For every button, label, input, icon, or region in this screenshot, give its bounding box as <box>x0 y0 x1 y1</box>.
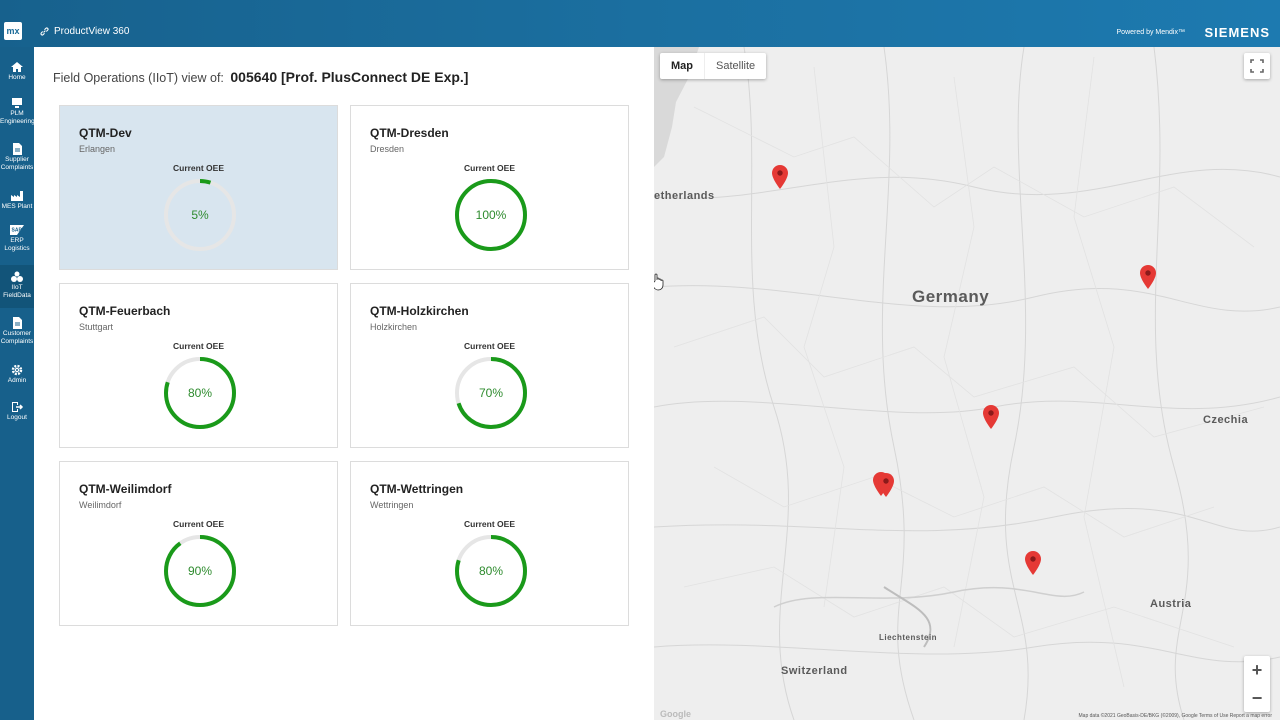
map-marker-pin[interactable] <box>1025 551 1041 575</box>
sidebar-item-label: Customer <box>2 330 32 337</box>
map-type-toggle: Map Satellite <box>660 53 767 79</box>
oee-value: 70% <box>478 386 504 400</box>
site-name: QTM-Dev <box>79 126 132 140</box>
sidebar-item-plm-engineering[interactable]: PLM Engineering <box>0 97 35 126</box>
app-title-text: ProductView 360 <box>54 26 130 37</box>
page-title-asset: 005640 [Prof. PlusConnect DE Exp.] <box>230 69 469 85</box>
app-title[interactable]: ProductView 360 <box>40 26 129 37</box>
home-icon <box>11 62 23 72</box>
map-base <box>654 47 1280 720</box>
map-label-germany: Germany <box>912 287 990 306</box>
document-icon <box>13 143 22 155</box>
sidebar-item-label: Complaints <box>0 338 34 345</box>
oee-value: 100% <box>475 208 507 222</box>
svg-text:SAP: SAP <box>12 228 23 234</box>
sidebar-item-mes-plant[interactable]: MES Plant <box>0 190 34 211</box>
monitor-icon <box>12 98 22 108</box>
site-name: QTM-Feuerbach <box>79 304 171 318</box>
hand-cursor-icon <box>654 273 664 291</box>
map-label-switzerland: Switzerland <box>781 665 848 677</box>
iot-icon <box>11 271 23 282</box>
logout-icon <box>12 402 24 412</box>
mendix-logo[interactable]: mx <box>4 22 22 40</box>
oee-label: Current OEE <box>172 519 224 529</box>
site-card[interactable]: QTM-Weilimdorf Weilimdorf Current OEE 90… <box>59 461 338 626</box>
sidebar-item-label: FieldData <box>3 292 31 299</box>
sidebar-item-home[interactable]: Home <box>0 61 34 82</box>
oee-value: 80% <box>478 564 504 578</box>
sidebar-item-customer-complaints[interactable]: Customer Complaints <box>0 317 34 346</box>
oee-label: Current OEE <box>172 163 224 173</box>
site-card[interactable]: QTM-Dresden Dresden Current OEE 100% <box>350 105 629 270</box>
top-bar: mx ProductView 360 Powered by Mendix™ SI… <box>0 0 1280 47</box>
main-panel: Field Operations (IIoT) view of: 005640 … <box>34 47 654 720</box>
page-title-prefix: Field Operations (IIoT) view of: <box>53 71 224 85</box>
zoom-out-button[interactable]: − <box>1244 684 1270 712</box>
site-card[interactable]: QTM-Holzkirchen Holzkirchen Current OEE … <box>350 283 629 448</box>
map-type-satellite-button[interactable]: Satellite <box>704 53 766 79</box>
site-card[interactable]: QTM-Dev Erlangen Current OEE 5% <box>59 105 338 270</box>
site-city: Erlangen <box>79 144 116 154</box>
sidebar-item-label: PLM <box>10 110 24 117</box>
site-name: QTM-Wettringen <box>370 482 464 496</box>
oee-value: 90% <box>187 564 213 578</box>
sidebar-item-supplier-complaints[interactable]: Supplier Complaints <box>0 143 34 172</box>
map-label-liechtenstein: Liechtenstein <box>879 633 938 642</box>
site-card[interactable]: QTM-Feuerbach Stuttgart Current OEE 80% <box>59 283 338 448</box>
map-type-map-button[interactable]: Map <box>660 53 704 79</box>
map-marker-pin[interactable] <box>1140 265 1156 289</box>
site-card[interactable]: QTM-Wettringen Wettringen Current OEE 80… <box>350 461 629 626</box>
map-label-netherlands: etherlands <box>654 190 715 202</box>
page-title: Field Operations (IIoT) view of: 005640 … <box>53 69 468 85</box>
sidebar-item-iiot-fielddata[interactable]: IIoT FieldData <box>0 265 34 308</box>
map-view[interactable]: etherlands Germany Czechia Austria Liech… <box>654 47 1280 720</box>
link-icon <box>40 27 49 36</box>
site-name: QTM-Dresden <box>370 126 449 140</box>
sidebar-item-label: ERP <box>10 237 24 244</box>
sidebar-item-label: Engineering <box>0 118 35 125</box>
factory-icon <box>11 191 23 201</box>
map-label-czechia: Czechia <box>1203 414 1249 426</box>
site-city: Dresden <box>370 144 405 154</box>
oee-label: Current OEE <box>463 341 515 351</box>
powered-by-text: Powered by Mendix™ <box>1116 29 1185 36</box>
sidebar-item-admin[interactable]: Admin <box>0 364 34 385</box>
sidebar-item-label: Admin <box>7 377 27 384</box>
oee-label: Current OEE <box>463 163 515 173</box>
fullscreen-icon <box>1250 59 1264 73</box>
oee-value: 5% <box>191 208 209 222</box>
siemens-logo: SIEMENS <box>1204 25 1270 40</box>
site-name: QTM-Holzkirchen <box>370 304 469 318</box>
sidebar-item-label: MES Plant <box>1 203 33 210</box>
sidebar: Home PLM Engineering Supplier Complaints… <box>0 47 35 720</box>
sidebar-item-label: Logout <box>7 414 27 421</box>
sidebar-item-label: Logistics <box>4 245 30 252</box>
map-marker-pin[interactable] <box>983 405 999 429</box>
sidebar-item-label: Supplier <box>5 156 29 163</box>
site-name: QTM-Weilimdorf <box>79 482 172 496</box>
google-logo: Google <box>660 709 691 719</box>
sidebar-item-label: Home <box>8 74 26 81</box>
oee-value: 80% <box>187 386 213 400</box>
site-city: Stuttgart <box>79 322 114 332</box>
zoom-controls: + − <box>1244 656 1270 712</box>
sidebar-item-label: IIoT <box>11 284 23 291</box>
map-attribution[interactable]: Map data ©2021 GeoBasis-DE/BKG (©2009), … <box>1079 713 1272 719</box>
oee-label: Current OEE <box>463 519 515 529</box>
map-marker-pin[interactable] <box>878 473 894 497</box>
sidebar-item-label: Complaints <box>0 164 34 171</box>
zoom-in-button[interactable]: + <box>1244 656 1270 684</box>
site-city: Wettringen <box>370 500 414 510</box>
gear-icon <box>11 364 23 376</box>
document-icon <box>13 317 22 329</box>
site-city: Holzkirchen <box>370 322 418 332</box>
map-marker-pin[interactable] <box>772 165 788 189</box>
sidebar-item-logout[interactable]: Logout <box>0 401 34 422</box>
sap-icon: SAP <box>10 225 24 235</box>
map-label-austria: Austria <box>1150 598 1192 610</box>
fullscreen-button[interactable] <box>1244 53 1270 79</box>
site-city: Weilimdorf <box>79 500 122 510</box>
oee-label: Current OEE <box>172 341 224 351</box>
sidebar-item-erp-logistics[interactable]: SAP ERP Logistics <box>0 224 34 253</box>
